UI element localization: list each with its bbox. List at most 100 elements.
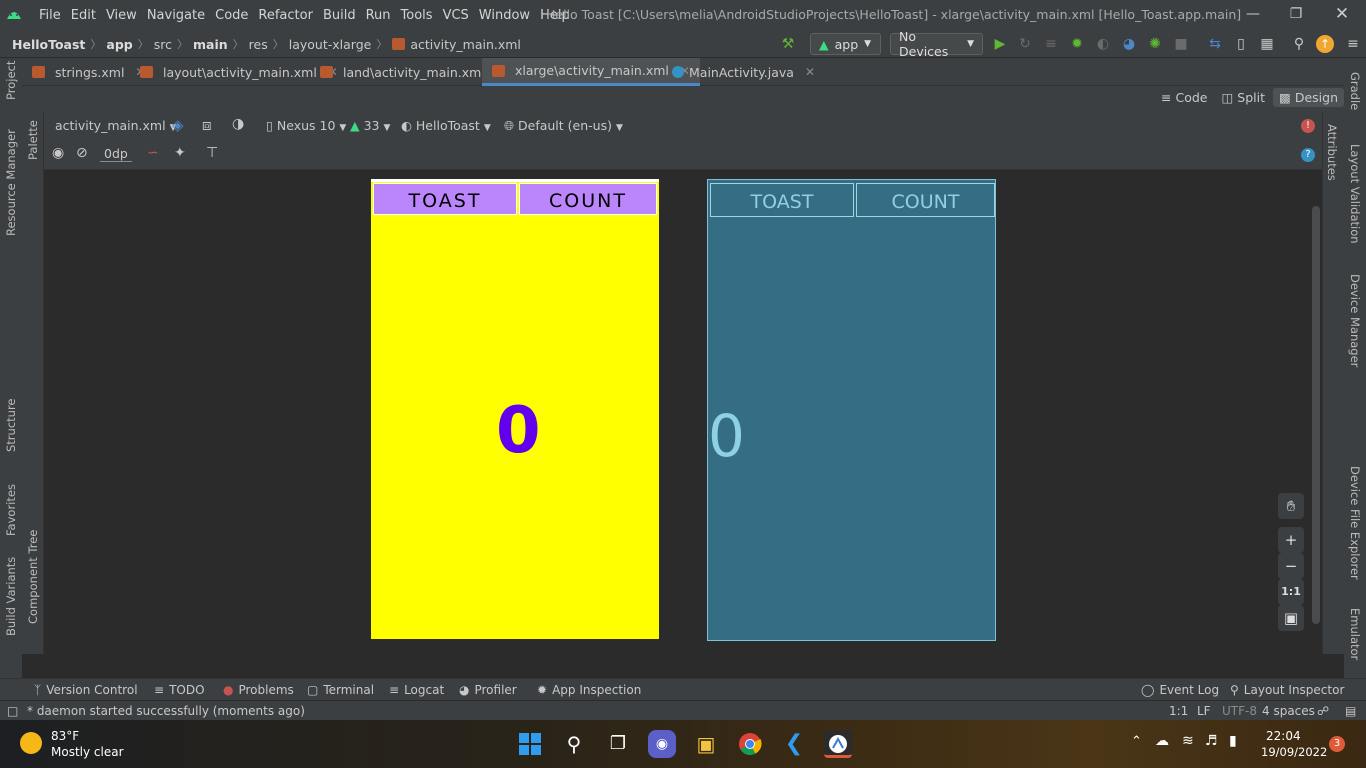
run-config-dropdown[interactable]: ▲ app ▼ <box>810 33 881 55</box>
clock-date[interactable]: 19/09/2022 <box>1261 745 1327 759</box>
terminal-tool[interactable]: ▢ Terminal <box>307 683 374 697</box>
night-mode-icon[interactable]: ◑ <box>232 116 244 132</box>
problems-tool[interactable]: ● Problems <box>223 683 294 697</box>
coverage-icon[interactable]: ◐ <box>1094 35 1112 53</box>
count-text[interactable]: 0 <box>496 394 541 468</box>
onedrive-icon[interactable]: ☁ <box>1155 733 1169 749</box>
caret-position[interactable]: 1:1 <box>1169 704 1188 718</box>
vscode-icon[interactable]: ❮ <box>780 730 808 758</box>
device-dropdown-design[interactable]: ▯ Nexus 10 ▼ <box>266 118 346 133</box>
design-canvas[interactable] <box>44 171 1322 654</box>
minimize-icon[interactable]: — <box>1242 4 1264 24</box>
todo-tool[interactable]: ≡ TODO <box>154 683 205 697</box>
menu-window[interactable]: Window <box>474 8 535 23</box>
device-dropdown[interactable]: No Devices ▼ <box>890 29 983 59</box>
device-manager-icon[interactable]: ▯ <box>1232 35 1250 53</box>
profiler-tool[interactable]: ◕ Profiler <box>459 683 517 697</box>
layout-inspector-tool[interactable]: ⚲ Layout Inspector <box>1230 683 1344 697</box>
menu-run[interactable]: Run <box>361 8 396 23</box>
stop-icon[interactable]: ■ <box>1172 35 1190 53</box>
layers-icon[interactable]: ◈ <box>172 116 184 134</box>
weather-desc[interactable]: Mostly clear <box>51 745 124 759</box>
layout-validation-tool-button[interactable]: Layout Validation <box>1348 144 1362 244</box>
sdk-manager-icon[interactable]: ▦ <box>1258 35 1276 53</box>
build-variants-tool-button[interactable]: Build Variants <box>4 557 18 636</box>
view-options-icon[interactable]: ◉ <box>52 145 64 161</box>
count-button[interactable]: COUNT <box>519 183 657 215</box>
autoconnect-icon[interactable]: ⊘ <box>76 145 88 161</box>
guidelines-icon[interactable]: ⊤ <box>206 145 218 161</box>
zoom-in-icon[interactable]: + <box>1278 527 1304 553</box>
hamburger-menu-icon[interactable]: ≡ <box>1344 35 1362 53</box>
sync-icon[interactable]: ⇆ <box>1206 35 1224 53</box>
default-margin-field[interactable]: 0dp <box>100 146 132 162</box>
favorites-tool-button[interactable]: Favorites <box>4 484 18 536</box>
start-icon[interactable] <box>516 730 544 758</box>
attach-debugger-icon[interactable]: ✺ <box>1146 35 1164 53</box>
locale-dropdown[interactable]: 🌐︎ Default (en-us) ▼ <box>504 118 623 134</box>
debug-icon[interactable]: ✹ <box>1068 35 1086 53</box>
resource-manager-tool-button[interactable]: Resource Manager <box>4 129 18 236</box>
breadcrumb-res[interactable]: res <box>249 37 268 52</box>
search-icon[interactable]: ⚲ <box>1290 35 1308 53</box>
device-manager-tool-button[interactable]: Device Manager <box>1348 274 1362 367</box>
pan-icon[interactable]: ✋︎ <box>1278 493 1304 519</box>
app-inspection-tool[interactable]: ✹ App Inspection <box>537 683 641 697</box>
blueprint-count-text[interactable]: 0 <box>708 402 745 470</box>
chrome-icon[interactable] <box>736 730 764 758</box>
weather-moon-icon[interactable] <box>20 732 42 754</box>
error-icon[interactable]: ! <box>1301 119 1315 133</box>
design-mode-button[interactable]: ▩ Design <box>1273 88 1344 107</box>
breadcrumb-module[interactable]: app <box>106 37 132 52</box>
breadcrumb-project[interactable]: HelloToast <box>12 37 85 52</box>
device-file-explorer-tool-button[interactable]: Device File Explorer <box>1348 466 1362 580</box>
battery-icon[interactable]: ▮ <box>1229 733 1237 749</box>
lock-icon[interactable]: ☍ <box>1317 704 1329 718</box>
memory-icon[interactable]: ▤ <box>1345 704 1356 718</box>
indent-setting[interactable]: 4 spaces <box>1262 704 1315 718</box>
maximize-icon[interactable]: ❐ <box>1285 4 1307 24</box>
help-icon[interactable]: ? <box>1301 148 1315 162</box>
menu-refactor[interactable]: Refactor <box>253 8 318 23</box>
clear-constraints-icon[interactable]: ∽ <box>147 145 159 161</box>
file-dropdown[interactable]: activity_main.xml ▼ <box>55 118 176 133</box>
breadcrumb-file[interactable]: activity_main.xml <box>410 37 521 52</box>
gradle-tool-button[interactable]: Gradle <box>1348 72 1362 110</box>
breadcrumb-main[interactable]: main <box>193 37 228 52</box>
breadcrumb-layout[interactable]: layout-xlarge <box>289 37 372 52</box>
tab-layout-activity-main[interactable]: layout\activity_main.xml ✕ <box>140 58 338 86</box>
status-message[interactable]: * daemon started successfully (moments a… <box>27 704 305 718</box>
close-tab-icon[interactable]: ✕ <box>805 65 815 79</box>
tab-xlarge-activity-main[interactable]: xlarge\activity_main.xml ✕ <box>482 58 700 86</box>
component-tree-tool-button[interactable]: Component Tree <box>26 530 40 624</box>
file-explorer-icon[interactable]: ▣ <box>692 730 720 758</box>
split-mode-button[interactable]: ◫ Split <box>1215 88 1271 107</box>
menu-build[interactable]: Build <box>318 8 361 23</box>
design-preview[interactable]: TOAST COUNT 0 <box>371 179 659 639</box>
run-icon[interactable]: ▶ <box>991 35 1009 53</box>
zoom-fit-icon[interactable]: ▣ <box>1278 605 1304 631</box>
menu-view[interactable]: View <box>101 8 142 23</box>
menu-vcs[interactable]: VCS <box>438 8 474 23</box>
toast-button[interactable]: TOAST <box>373 183 517 215</box>
clock-time[interactable]: 22:04 <box>1266 729 1301 743</box>
orientation-icon[interactable]: ⧈ <box>202 116 212 134</box>
wifi-icon[interactable]: ≋ <box>1182 733 1194 749</box>
menu-tools[interactable]: Tools <box>396 8 438 23</box>
close-icon[interactable]: ✕ <box>1331 4 1353 24</box>
menu-navigate[interactable]: Navigate <box>142 8 210 23</box>
theme-dropdown[interactable]: ◐ HelloToast ▼ <box>401 118 491 133</box>
api-level-dropdown[interactable]: ▲ 33 ▼ <box>350 118 390 133</box>
search-icon[interactable]: ⚲ <box>560 730 588 758</box>
blueprint-toast-button[interactable]: TOAST <box>710 183 854 217</box>
breadcrumb-src[interactable]: src <box>154 37 172 52</box>
infer-constraints-icon[interactable]: ✦ <box>174 145 186 161</box>
android-studio-taskbar-icon[interactable] <box>824 730 852 758</box>
menu-code[interactable]: Code <box>210 8 253 23</box>
profile-icon[interactable]: ◕ <box>1120 35 1138 53</box>
task-view-icon[interactable]: ❐ <box>604 730 632 758</box>
file-encoding[interactable]: UTF-8 <box>1222 704 1257 718</box>
blueprint-preview[interactable]: TOAST COUNT 0 <box>707 179 996 641</box>
menu-edit[interactable]: Edit <box>66 8 101 23</box>
menu-file[interactable]: File <box>34 8 66 23</box>
